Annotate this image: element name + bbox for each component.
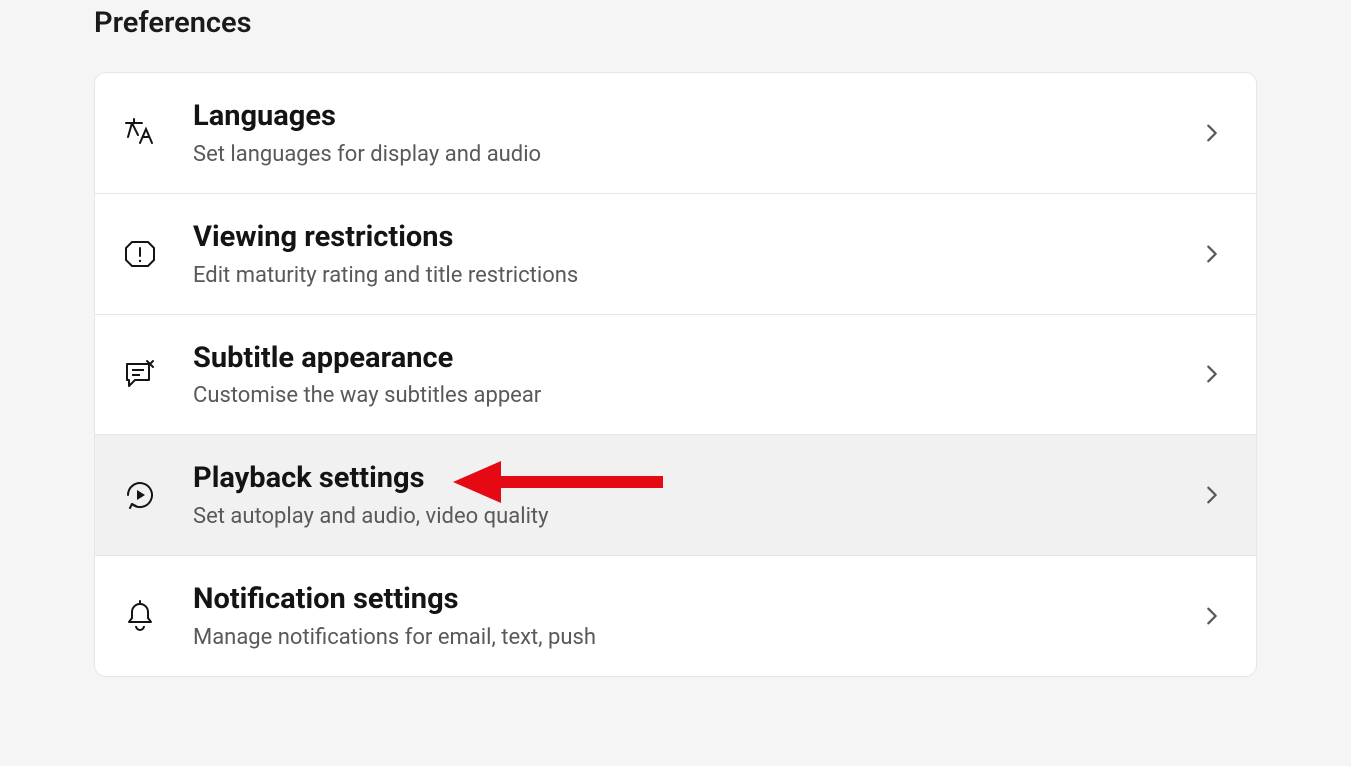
row-title: Subtitle appearance (193, 341, 1198, 376)
row-subtitle: Set autoplay and audio, video quality (193, 504, 1198, 529)
row-title: Notification settings (193, 582, 1198, 617)
row-text: Playback settings Set autoplay and audio… (163, 461, 1198, 529)
row-text: Languages Set languages for display and … (163, 99, 1198, 167)
row-title: Playback settings (193, 461, 1198, 496)
row-subtitle: Manage notifications for email, text, pu… (193, 625, 1198, 650)
shield-icon (117, 231, 163, 277)
chevron-right-icon (1198, 122, 1226, 144)
row-title: Viewing restrictions (193, 220, 1198, 255)
chevron-right-icon (1198, 243, 1226, 265)
subtitle-icon (117, 351, 163, 397)
pref-row-playback-settings[interactable]: Playback settings Set autoplay and audio… (95, 435, 1256, 556)
pref-row-viewing-restrictions[interactable]: Viewing restrictions Edit maturity ratin… (95, 194, 1256, 315)
pref-row-notification-settings[interactable]: Notification settings Manage notificatio… (95, 556, 1256, 676)
row-text: Notification settings Manage notificatio… (163, 582, 1198, 650)
bell-icon (117, 593, 163, 639)
section-title: Preferences (94, 6, 1257, 40)
chevron-right-icon (1198, 484, 1226, 506)
row-text: Subtitle appearance Customise the way su… (163, 341, 1198, 409)
row-subtitle: Edit maturity rating and title restricti… (193, 263, 1198, 288)
chevron-right-icon (1198, 605, 1226, 627)
row-subtitle: Set languages for display and audio (193, 142, 1198, 167)
pref-row-languages[interactable]: Languages Set languages for display and … (95, 73, 1256, 194)
row-title: Languages (193, 99, 1198, 134)
playback-icon (117, 472, 163, 518)
row-text: Viewing restrictions Edit maturity ratin… (163, 220, 1198, 288)
preferences-card: Languages Set languages for display and … (94, 72, 1257, 677)
chevron-right-icon (1198, 363, 1226, 385)
languages-icon (117, 110, 163, 156)
row-subtitle: Customise the way subtitles appear (193, 383, 1198, 408)
pref-row-subtitle-appearance[interactable]: Subtitle appearance Customise the way su… (95, 315, 1256, 436)
